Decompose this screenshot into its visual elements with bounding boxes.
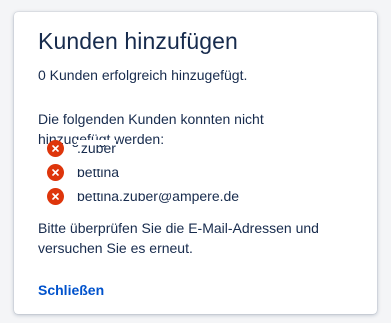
clip-mask [77,139,116,145]
failed-customer-email: bettina [77,163,120,181]
failed-customer-email: bettina.zuber@ampere.de [77,187,240,204]
failed-customer-email: .zuber [77,139,116,157]
dialog-title: Kunden hinzufügen [38,28,238,54]
close-button[interactable]: Schließen [38,282,104,298]
add-customers-dialog: Kunden hinzufügen 0 Kunden erfolgreich h… [14,12,377,314]
failed-customer-item: .zuber [47,136,239,160]
failed-customer-item: bettina.zuber@ampere.de [47,184,239,208]
error-icon [47,139,64,157]
error-icon [47,187,64,205]
failed-customer-item: bettina [47,160,239,184]
failed-customers-list: .zuber bettina bettina.zuber@ampere.de [47,136,239,208]
clip-mask [77,163,120,169]
clip-mask [77,187,192,193]
error-icon [47,163,64,181]
success-message: 0 Kunden erfolgreich hinzugefügt. [38,67,248,83]
retry-message: Bitte überprüfen Sie die E-Mail-Adressen… [38,220,319,256]
